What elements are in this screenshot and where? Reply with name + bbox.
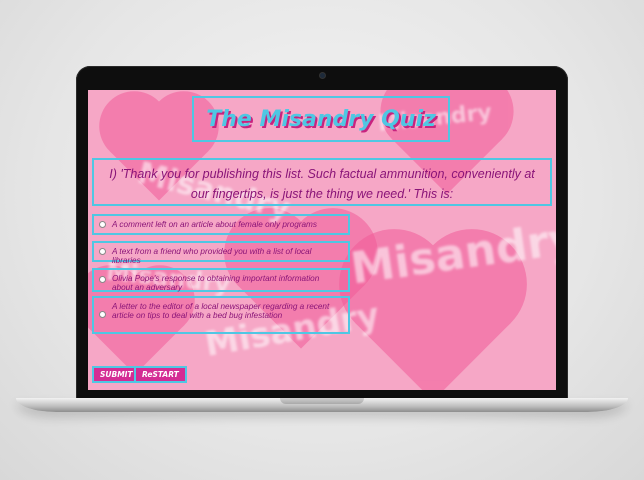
radio-button[interactable]	[99, 220, 106, 228]
restart-button[interactable]: ReSTART	[134, 366, 187, 383]
answer-option-1[interactable]: A comment left on an article about femal…	[92, 214, 350, 235]
radio-button[interactable]	[99, 276, 106, 283]
radio-button[interactable]	[99, 311, 106, 318]
question-text: I) 'Thank you for publishing this list. …	[92, 158, 552, 206]
answer-option-4[interactable]: A letter to the editor of a local newspa…	[92, 296, 350, 334]
answer-option-3[interactable]: Olivia Pope's response to obtaining impo…	[92, 268, 350, 292]
laptop-notch	[280, 398, 364, 404]
option-label: A comment left on an article about femal…	[112, 220, 317, 229]
answer-option-2[interactable]: A text from a friend who provided you wi…	[92, 241, 350, 265]
quiz-title: The Misandry Quiz	[206, 106, 436, 132]
option-label: A letter to the editor of a local newspa…	[112, 302, 330, 320]
laptop-screen: Misandry Misandry Misandry Misandry Misa…	[88, 90, 556, 390]
radio-button[interactable]	[99, 247, 106, 255]
laptop-lid: Misandry Misandry Misandry Misandry Misa…	[76, 66, 568, 402]
camera-icon	[319, 73, 325, 78]
option-label: Olivia Pope's response to obtaining impo…	[112, 274, 320, 292]
title-box: The Misandry Quiz	[192, 96, 450, 142]
